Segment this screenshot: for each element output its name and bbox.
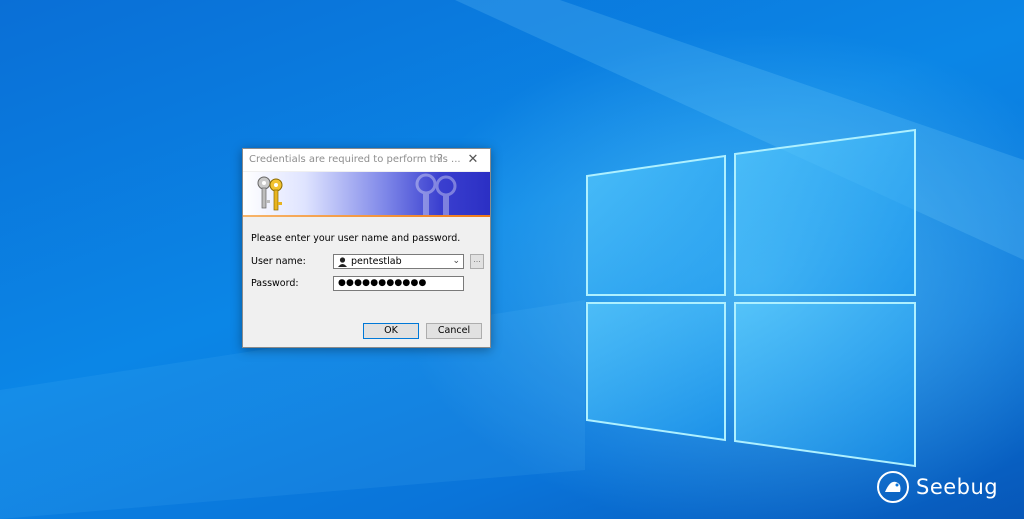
username-label: User name:: [251, 256, 306, 267]
password-label: Password:: [251, 278, 299, 289]
credentials-dialog: Credentials are required to perform this…: [242, 148, 491, 348]
seebug-text: Seebug: [916, 475, 999, 499]
username-value: pentestlab: [351, 256, 402, 267]
dialog-prompt: Please enter your user name and password…: [251, 233, 461, 244]
keys-icon: [257, 176, 283, 211]
password-value: ●●●●●●●●●●●: [338, 278, 427, 288]
chevron-down-icon[interactable]: ⌄: [452, 256, 460, 266]
dialog-banner: [243, 172, 490, 217]
desktop-background: Seebug: [0, 0, 1024, 519]
browse-button[interactable]: ...: [470, 254, 484, 269]
dialog-titlebar[interactable]: Credentials are required to perform this…: [243, 149, 490, 171]
password-field[interactable]: ●●●●●●●●●●●: [333, 276, 464, 291]
cancel-button[interactable]: Cancel: [426, 323, 482, 339]
ok-button[interactable]: OK: [363, 323, 419, 339]
username-combobox[interactable]: pentestlab ⌄: [333, 254, 464, 269]
seebug-logo: [877, 471, 909, 503]
user-icon: [337, 256, 348, 267]
windows-logo: [586, 128, 916, 468]
close-icon[interactable]: ✕: [465, 152, 481, 167]
keys-watermark-icon: [415, 173, 457, 217]
seebug-watermark: Seebug: [876, 470, 998, 504]
help-icon[interactable]: ?: [433, 152, 447, 165]
banner-accent-line: [243, 215, 490, 217]
dialog-title: Credentials are required to perform this…: [249, 154, 461, 165]
